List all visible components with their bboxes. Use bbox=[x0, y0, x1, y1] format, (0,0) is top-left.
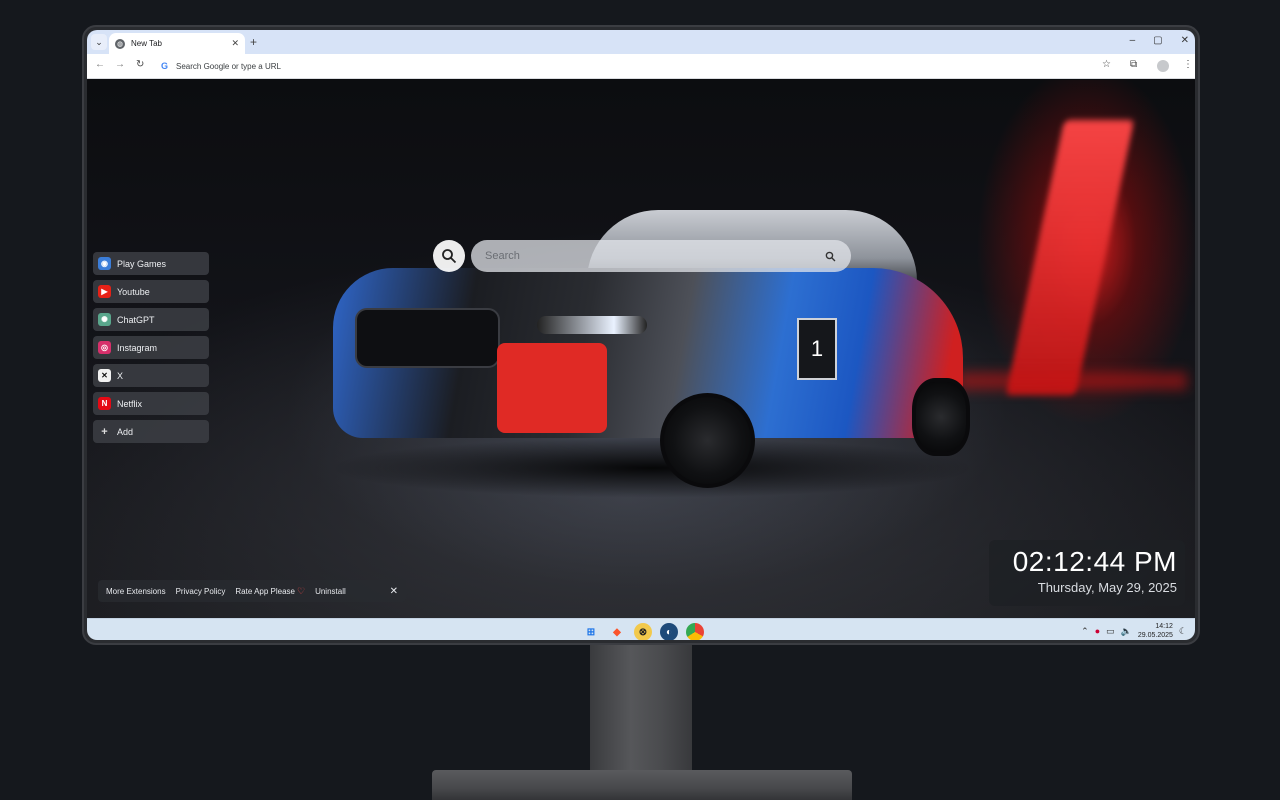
car-headlight bbox=[537, 316, 647, 334]
forward-icon[interactable]: → bbox=[115, 59, 125, 70]
search-box bbox=[471, 240, 851, 272]
network-icon[interactable]: ▭ bbox=[1106, 626, 1115, 637]
uninstall-link[interactable]: Uninstall bbox=[315, 587, 346, 596]
tray-time: 14:12 bbox=[1155, 623, 1173, 630]
search-input[interactable] bbox=[485, 250, 815, 262]
shortcut-add[interactable]: + Add bbox=[93, 420, 209, 443]
clock-time: 02:12:44 PM bbox=[1012, 546, 1177, 577]
tab-new-tab[interactable]: ◍ New Tab ✕ bbox=[109, 33, 245, 54]
moon-icon[interactable]: ☾ bbox=[1179, 626, 1187, 637]
close-tab-icon[interactable]: ✕ bbox=[231, 38, 239, 49]
omnibox[interactable]: G Search Google or type a URL bbox=[157, 57, 1095, 75]
rate-app-label: Rate App Please bbox=[235, 586, 295, 596]
steam-icon[interactable]: ◐ bbox=[660, 623, 678, 640]
new-tab-button[interactable]: + bbox=[250, 35, 257, 49]
notification-icon[interactable]: ● bbox=[1095, 626, 1100, 636]
x-icon: ✕ bbox=[98, 369, 111, 382]
windows-start-icon[interactable]: ⊞ bbox=[582, 623, 600, 640]
shortcut-netflix[interactable]: N Netflix bbox=[93, 392, 209, 415]
shortcut-label: Instagram bbox=[117, 342, 158, 353]
tab-title: New Tab bbox=[131, 39, 162, 48]
window-controls: – ▢ ✕ bbox=[1130, 35, 1189, 46]
netflix-icon: N bbox=[98, 397, 111, 410]
new-tab-page: 1 ◉ Play Games ▶ bbox=[87, 80, 1195, 618]
search-icon[interactable] bbox=[823, 249, 837, 263]
minimize-button[interactable]: – bbox=[1130, 35, 1136, 46]
privacy-policy-link[interactable]: Privacy Policy bbox=[176, 587, 226, 596]
instagram-icon: ◎ bbox=[98, 341, 111, 354]
monitor-stand-base bbox=[432, 770, 852, 800]
screen: ⌄ ◍ New Tab ✕ + – ▢ ✕ ← → ↻ G Search Goo… bbox=[87, 30, 1195, 640]
shortcut-label: Netflix bbox=[117, 398, 143, 409]
youtube-icon: ▶ bbox=[98, 285, 111, 298]
taskbar-apps: ⊞ ◆ ⊗ ◐ bbox=[582, 623, 704, 640]
shortcut-list: ◉ Play Games ▶ Youtube ✺ ChatGPT ◎ Insta… bbox=[93, 252, 209, 443]
car-grille bbox=[355, 308, 500, 368]
browser-tab-bar: ⌄ ◍ New Tab ✕ + – ▢ ✕ bbox=[87, 30, 1195, 54]
more-extensions-link[interactable]: More Extensions bbox=[106, 587, 166, 596]
omnibox-placeholder: Search Google or type a URL bbox=[176, 61, 281, 71]
shortcut-play-games[interactable]: ◉ Play Games bbox=[93, 252, 209, 275]
car-shadow bbox=[327, 438, 977, 498]
footer-links: More Extensions Privacy Policy Rate App … bbox=[98, 580, 406, 602]
browser-toolbar: ← → ↻ G Search Google or type a URL ☆ ⧉ … bbox=[87, 54, 1195, 79]
close-window-button[interactable]: ✕ bbox=[1181, 35, 1189, 46]
car-race-number: 1 bbox=[797, 318, 837, 380]
app-icon[interactable]: ⊗ bbox=[634, 623, 652, 640]
clock-date: Thursday, May 29, 2025 bbox=[1037, 580, 1177, 595]
windows-taskbar: ⊞ ◆ ⊗ ◐ ⌃ ● ▭ 🔈 14:12 29.05.2025 ☾ bbox=[87, 618, 1195, 640]
search-engine-icon[interactable] bbox=[433, 240, 465, 272]
shortcut-label: Youtube bbox=[117, 286, 150, 297]
profile-avatar-icon[interactable] bbox=[1157, 60, 1169, 72]
heart-icon: ♡ bbox=[297, 585, 306, 596]
globe-icon: ◍ bbox=[115, 38, 125, 49]
shortcut-label: Add bbox=[117, 426, 134, 437]
tab-search-dropdown-icon[interactable]: ⌄ bbox=[91, 34, 107, 50]
tray-date: 29.05.2025 bbox=[1137, 632, 1173, 639]
system-tray: ⌃ ● ▭ 🔈 14:12 29.05.2025 ☾ bbox=[1081, 622, 1187, 640]
volume-icon[interactable]: 🔈 bbox=[1121, 626, 1132, 637]
shortcut-label: X bbox=[117, 370, 124, 381]
close-icon[interactable]: ✕ bbox=[390, 586, 398, 597]
clock-widget: 02:12:44 PM Thursday, May 29, 2025 bbox=[989, 540, 1185, 606]
maximize-button[interactable]: ▢ bbox=[1153, 35, 1162, 46]
shortcut-chatgpt[interactable]: ✺ ChatGPT bbox=[93, 308, 209, 331]
shortcut-label: Play Games bbox=[117, 258, 167, 269]
extensions-icon[interactable]: ⧉ bbox=[1130, 59, 1137, 70]
back-icon[interactable]: ← bbox=[95, 59, 105, 70]
shortcut-youtube[interactable]: ▶ Youtube bbox=[93, 280, 209, 303]
games-icon: ◉ bbox=[98, 257, 111, 270]
background-red-light bbox=[1005, 120, 1135, 395]
monitor-stand-neck bbox=[590, 644, 692, 782]
menu-kebab-icon[interactable]: ⋮ bbox=[1183, 59, 1193, 70]
tray-clock[interactable]: 14:12 29.05.2025 bbox=[1138, 622, 1173, 640]
background-red-floor-glow bbox=[957, 372, 1187, 390]
chatgpt-icon: ✺ bbox=[98, 313, 111, 326]
shortcut-label: ChatGPT bbox=[117, 314, 155, 325]
reload-icon[interactable]: ↻ bbox=[136, 59, 144, 70]
monitor-frame: ⌄ ◍ New Tab ✕ + – ▢ ✕ ← → ↻ G Search Goo… bbox=[82, 25, 1200, 645]
bookmark-star-icon[interactable]: ☆ bbox=[1102, 59, 1111, 70]
brave-browser-icon[interactable]: ◆ bbox=[608, 623, 626, 640]
shortcut-x[interactable]: ✕ X bbox=[93, 364, 209, 387]
rate-app-link[interactable]: Rate App Please ♡ bbox=[235, 586, 305, 597]
chrome-icon[interactable] bbox=[686, 623, 704, 640]
car-red-bumper bbox=[497, 343, 607, 433]
car-rear-wheel bbox=[912, 378, 970, 456]
plus-icon: + bbox=[101, 425, 108, 438]
shortcut-instagram[interactable]: ◎ Instagram bbox=[93, 336, 209, 359]
car-front-wheel bbox=[660, 393, 755, 488]
google-icon: G bbox=[161, 61, 169, 71]
chevron-up-icon[interactable]: ⌃ bbox=[1081, 626, 1089, 637]
